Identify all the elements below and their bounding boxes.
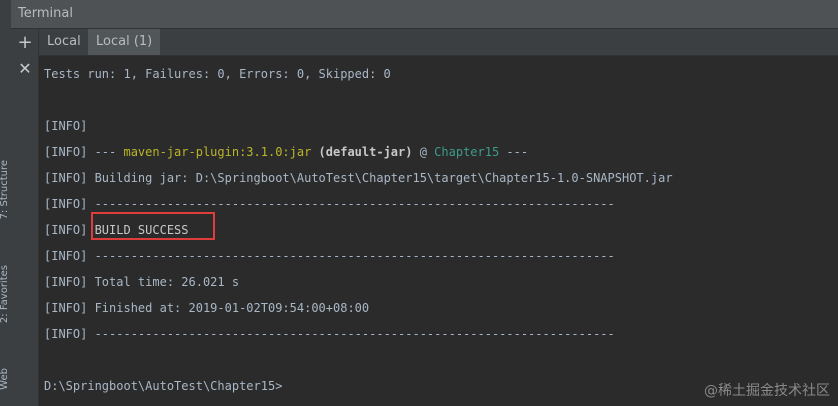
output-line: [INFO] Total time: 26.021 s [44, 271, 239, 293]
separator-text: --- [87, 145, 124, 159]
info-tag: [INFO] [44, 197, 88, 211]
tab-local[interactable]: Local [39, 29, 89, 55]
project-name: Chapter15 [434, 145, 500, 159]
terminal-tabs: Local Local (1) [39, 29, 838, 56]
web-tool-tab[interactable]: Web [0, 368, 11, 390]
terminal-toolbar: + ✕ [11, 29, 39, 406]
line-text: ----------------------------------------… [87, 197, 615, 211]
structure-tool-tab[interactable]: 7: Structure [0, 160, 11, 219]
info-tag: [INFO] [44, 223, 88, 237]
info-tag: [INFO] [44, 275, 88, 289]
output-line-plugin: [INFO] --- maven-jar-plugin:3.1.0:jar (d… [44, 141, 528, 163]
output-line: [INFO] Building jar: D:\Springboot\AutoT… [44, 167, 673, 189]
output-line: [INFO] Finished at: 2019-01-02T09:54:00+… [44, 297, 369, 319]
total-time-text: Total time: 26.021 s [87, 275, 240, 289]
favorites-tool-tab[interactable]: 2: Favorites [0, 265, 11, 323]
info-tag: [INFO] [44, 249, 88, 263]
output-line: [INFO] ---------------------------------… [44, 245, 615, 267]
execution-id: (default-jar) [311, 145, 413, 159]
window-title: Terminal [18, 6, 73, 21]
info-tag: [INFO] [44, 327, 88, 341]
at-symbol: @ [412, 145, 435, 159]
watermark-text: @稀土掘金技术社区 [704, 383, 830, 399]
info-tag: [INFO] [44, 145, 88, 159]
line-text: ----------------------------------------… [87, 249, 615, 263]
line-text: ----------------------------------------… [87, 327, 615, 341]
close-icon[interactable]: ✕ [15, 59, 35, 79]
plus-icon[interactable]: + [15, 33, 35, 53]
tests-summary-line: Tests run: 1, Failures: 0, Errors: 0, Sk… [44, 67, 391, 81]
annotation-highlight-box [91, 212, 215, 240]
info-tag: [INFO] [44, 171, 88, 185]
output-line: [INFO] [44, 115, 87, 137]
terminal-title-bar: Terminal [11, 0, 838, 29]
info-tag: [INFO] [44, 301, 88, 315]
tab-local-1[interactable]: Local (1) [88, 29, 161, 55]
finished-at-text: Finished at: 2019-01-02T09:54:00+08:00 [87, 301, 370, 315]
plugin-name: maven-jar-plugin:3.1.0:jar [123, 145, 312, 159]
separator-text: --- [499, 145, 529, 159]
info-tag: [INFO] [44, 119, 88, 133]
line-text: Building jar: D:\Springboot\AutoTest\Cha… [87, 171, 673, 185]
output-line: [INFO] ---------------------------------… [44, 323, 615, 345]
command-prompt[interactable]: D:\Springboot\AutoTest\Chapter15> [44, 375, 282, 397]
